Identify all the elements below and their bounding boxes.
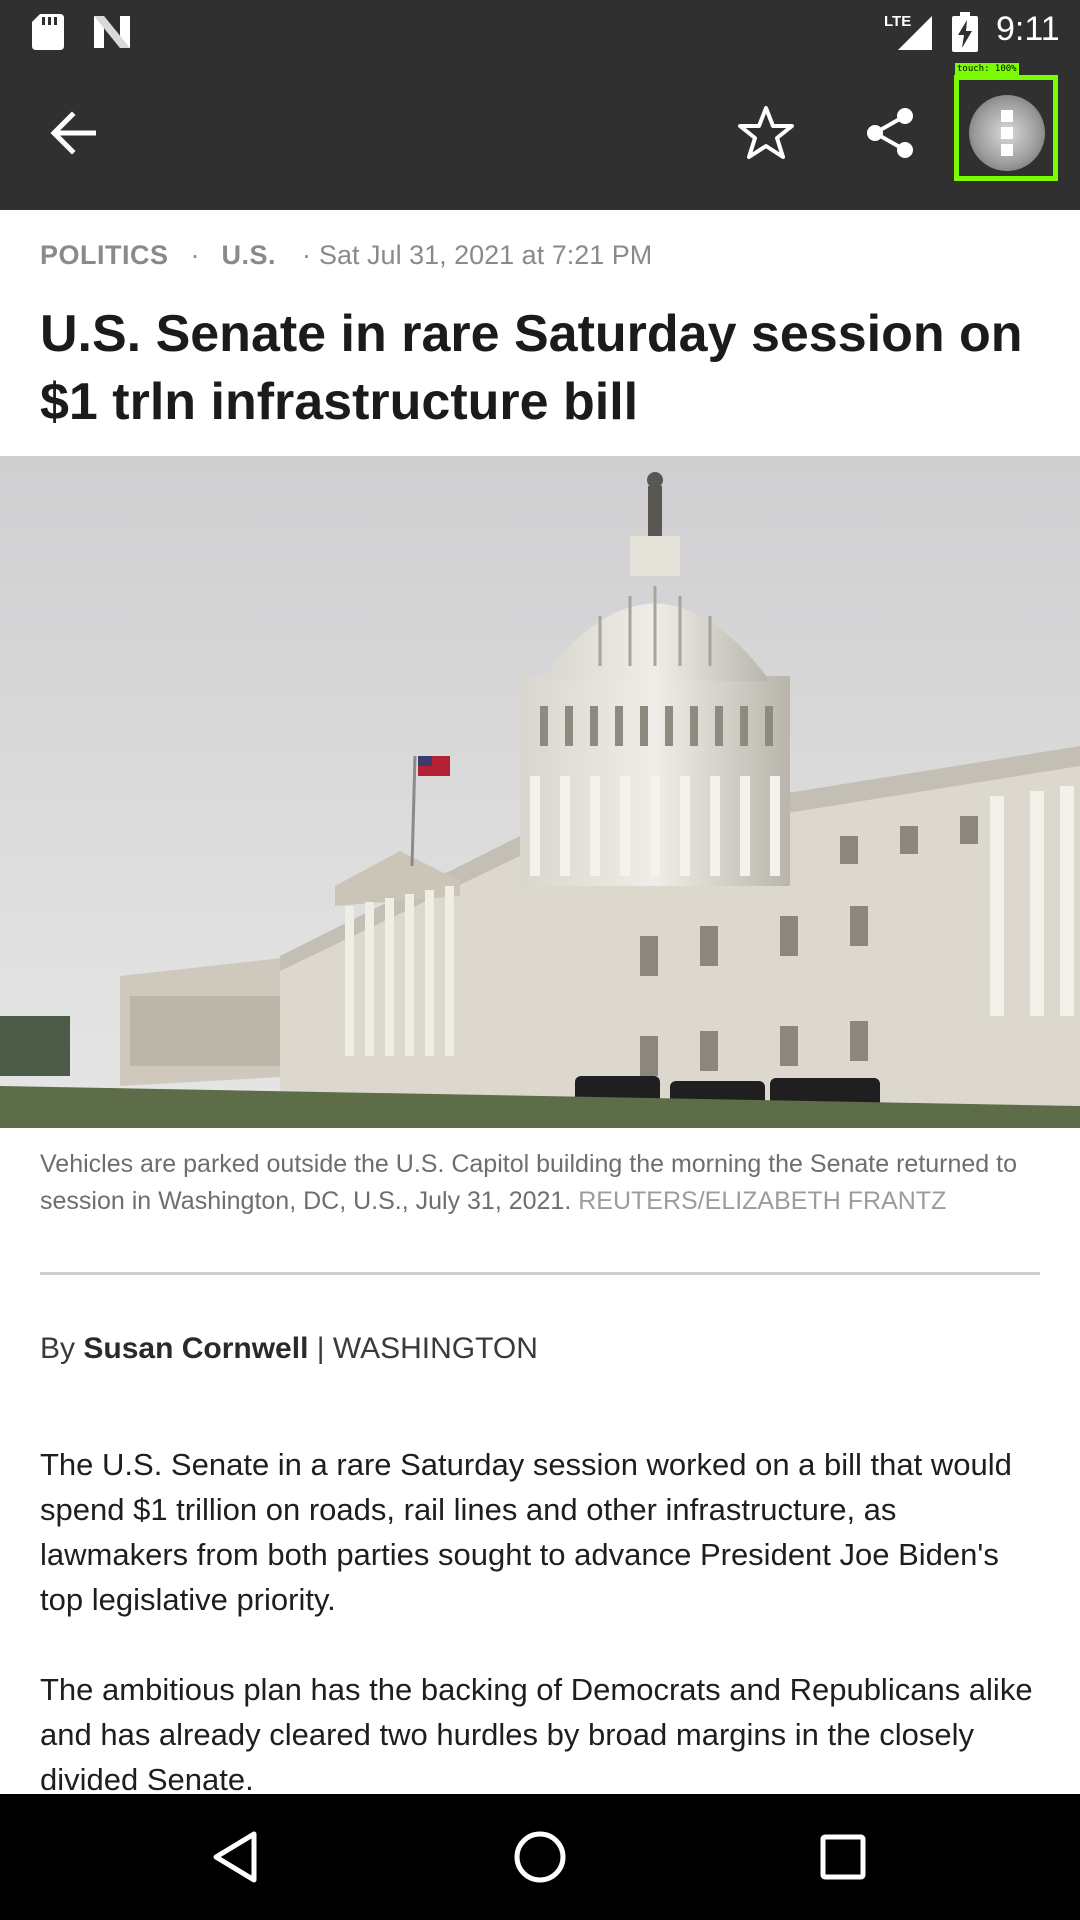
article-paragraph: The U.S. Senate in a rare Saturday sessi…	[40, 1447, 1012, 1617]
lte-signal-icon: LTE	[884, 12, 934, 57]
nav-recents-button[interactable]	[798, 1814, 888, 1904]
n-notification-icon	[92, 14, 132, 55]
category-link[interactable]: POLITICS	[40, 240, 169, 270]
system-nav-bar	[0, 1794, 1080, 1920]
app-toolbar: touch: 100%	[0, 63, 1080, 210]
byline-prefix: By	[40, 1332, 76, 1365]
touch-indicator-box	[954, 75, 1058, 181]
article-meta: POLITICS · U.S. · Sat Jul 31, 2021 at 7:21 P…	[40, 240, 1040, 271]
article-paragraph: The ambitious plan has the backing of De…	[40, 1672, 1033, 1797]
status-bar: LTE 9:11	[0, 0, 1080, 63]
byline: By Susan Cornwell | WASHINGTON	[40, 1332, 1040, 1366]
bookmark-star-button[interactable]	[724, 93, 808, 177]
share-button[interactable]	[848, 93, 932, 177]
dateline-location: WASHINGTON	[332, 1332, 538, 1365]
nav-home-icon	[513, 1830, 567, 1889]
screen: LTE 9:11 touch: 100% POLITICS · U.S. · S…	[0, 0, 1080, 1920]
meta-separator: ·	[302, 240, 312, 270]
status-time: 9:11	[996, 10, 1060, 48]
star-icon	[737, 105, 795, 166]
nav-back-button[interactable]	[190, 1814, 280, 1904]
byline-separator: |	[316, 1332, 325, 1365]
capitol-photo-illustration	[0, 456, 1080, 1128]
touch-indicator-label: touch: 100%	[955, 63, 1019, 75]
publish-date: Sat Jul 31, 2021 at 7:21 PM	[319, 240, 653, 270]
network-type-label: LTE	[884, 13, 911, 30]
share-icon	[863, 106, 917, 165]
sd-card-icon	[32, 14, 64, 55]
photo-credit: REUTERS/ELIZABETH FRANTZ	[578, 1187, 947, 1215]
nav-back-icon	[210, 1830, 260, 1889]
nav-home-button[interactable]	[495, 1814, 585, 1904]
photo-caption: Vehicles are parked outside the U.S. Cap…	[40, 1146, 1050, 1220]
meta-separator: ·	[190, 240, 200, 270]
back-arrow-icon	[50, 110, 98, 160]
author-name[interactable]: Susan Cornwell	[83, 1332, 308, 1365]
nav-recents-icon	[819, 1833, 867, 1886]
battery-charging-icon	[952, 12, 978, 57]
caption-divider	[40, 1272, 1040, 1275]
article-headline: U.S. Senate in rare Saturday session on …	[40, 305, 1023, 431]
article-photo[interactable]	[0, 456, 1080, 1128]
region-link[interactable]: U.S.	[222, 240, 277, 270]
back-button[interactable]	[32, 93, 116, 177]
